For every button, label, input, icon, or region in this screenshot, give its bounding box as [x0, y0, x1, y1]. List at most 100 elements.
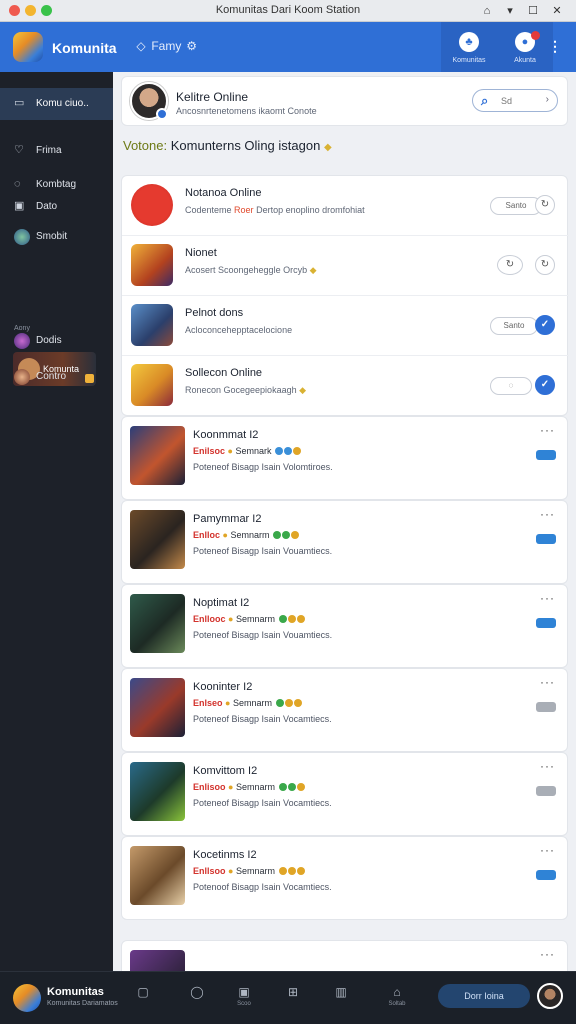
sparkle-icon: ◆	[299, 385, 307, 395]
sidebar-item-label: Dato	[36, 201, 58, 212]
refresh-icon[interactable]: ↻	[535, 195, 555, 215]
list-item[interactable]: Sollecon Online Ronecon Gocegeepiokaagh …	[122, 356, 569, 416]
sidebar-item-home[interactable]: ▭ Komu ciuo..	[0, 88, 113, 120]
notifications-button[interactable]: ● Akunta	[497, 22, 553, 72]
close-icon[interactable]: ✕	[548, 2, 566, 20]
sidebar-item-calendar[interactable]: ▣ Dato	[0, 194, 113, 220]
sidebar-item-smobit[interactable]: Smobit	[0, 224, 113, 250]
avatar[interactable]	[537, 983, 563, 1009]
app-logo	[13, 984, 41, 1012]
game-meta-text: Semnarm	[235, 782, 275, 792]
game-card[interactable]: Kooninter I2 Enlseo ● Semnarm Poteneof B…	[121, 668, 568, 752]
game-meta-text: Semnarm	[235, 614, 275, 624]
game-thumbnail	[130, 510, 185, 569]
community-button[interactable]: ♣ Komunitas	[441, 22, 497, 72]
search-input[interactable]	[501, 93, 537, 108]
game-card[interactable]: Pamymmar I2 Enlloc ● Semnarm Poteneof Bi…	[121, 500, 568, 584]
more-horizontal-icon[interactable]: ···	[540, 759, 555, 773]
profile-name: Kelitre Online	[176, 90, 249, 104]
header-nav-label: Famy	[151, 39, 182, 53]
globe-icon[interactable]: ◯	[186, 985, 208, 1001]
friend-avatar	[131, 184, 173, 226]
chat-icon[interactable]: ▢	[132, 985, 154, 1001]
game-meta: Enllooc ● Semnarm	[193, 614, 305, 624]
sidebar-item-friends[interactable]: ♡ Frima	[0, 138, 113, 164]
status-badge	[536, 534, 556, 544]
more-horizontal-icon[interactable]: ···	[540, 591, 555, 605]
check-icon[interactable]: ✓	[535, 315, 555, 335]
friend-status-text: Ronecon Gocegeepiokaagh	[185, 385, 297, 395]
game-tag: Enllsoo	[193, 866, 226, 876]
more-vertical-icon[interactable]: ⋮	[548, 38, 562, 55]
notification-badge	[531, 31, 540, 40]
avatar[interactable]	[130, 82, 168, 120]
join-button[interactable]: Dorr Ioina	[438, 984, 530, 1008]
app-name: Komunita	[52, 40, 117, 56]
chevron-down-icon[interactable]: ▾	[501, 2, 519, 20]
section-title: Votone: Komunterns Oling istagon ◆	[123, 138, 332, 153]
refresh-icon[interactable]: ↻	[535, 255, 555, 275]
game-card[interactable]: ···	[121, 940, 568, 971]
game-meta-text: Semnarm	[230, 530, 270, 540]
heart-icon: ♡	[14, 144, 24, 156]
game-title: Kocetinms I2	[193, 849, 257, 861]
columns-icon[interactable]: ▥	[330, 985, 352, 1001]
game-description: Poteneof Bisagp Isain Vouamtiecs.	[193, 630, 333, 640]
friend-status: Ronecon Gocegeepiokaagh ◆	[185, 385, 306, 396]
chevron-right-icon[interactable]: ›	[546, 94, 549, 105]
online-status-icon	[156, 108, 168, 120]
more-horizontal-icon[interactable]: ···	[540, 675, 555, 689]
game-meta-text: Semnarm	[235, 866, 275, 876]
coin-icon: ●	[228, 614, 234, 624]
game-card[interactable]: Koonmmat I2 Enilsoc ● Semnark Poteneof B…	[121, 416, 568, 500]
chat-icon: ◌	[14, 178, 21, 190]
friend-action-pill[interactable]: ◌	[490, 377, 532, 395]
game-title: Noptimat I2	[193, 597, 250, 609]
refresh-icon[interactable]: ↻	[497, 255, 523, 275]
status-badge	[536, 618, 556, 628]
game-card[interactable]: Kocetinms I2 Enllsoo ● Semnarm Potenoof …	[121, 836, 568, 920]
list-item[interactable]: Nionet Acosert Scoongeheggle Orcyb ◆ ↻ ↻	[122, 236, 569, 296]
share-icon[interactable]: ⌂	[478, 2, 496, 20]
sidebar-item-dodis[interactable]: Dodis	[0, 328, 113, 354]
game-card[interactable]: Komvittom I2 Enlisoo ● Semnarm Poteneof …	[121, 752, 568, 836]
profile-subtitle: Ancosnrtenetomens ikaomt Conote	[176, 106, 317, 116]
app-header: Komunita ◇ Famy ⚙ ♣ Komunitas ● Akunta ⋮	[0, 22, 576, 72]
sidebar-item-contro[interactable]: Contro	[0, 364, 113, 390]
coin-icon: ●	[228, 782, 234, 792]
game-thumbnail	[130, 950, 185, 971]
profile-icon[interactable]: ⌂ Soltab	[386, 985, 408, 1007]
friend-avatar	[131, 364, 173, 406]
sidebar-item-label: Smobit	[36, 231, 68, 242]
more-horizontal-icon[interactable]: ···	[540, 843, 555, 857]
bottom-app-subtitle: Komunitas Dariamatos	[47, 1000, 118, 1007]
coin-icon: ●	[225, 698, 231, 708]
chips	[272, 530, 300, 540]
list-item[interactable]: Pelnot dons Acloconcehepptacelocione San…	[122, 296, 569, 356]
friend-status: Codenteme Roer Dertop enoplino dromfohia…	[185, 205, 365, 215]
game-title: Komvittom I2	[193, 765, 258, 777]
header-nav[interactable]: ◇ Famy ⚙	[134, 39, 199, 53]
more-horizontal-icon[interactable]: ···	[540, 947, 555, 961]
section-title-prefix: Votone:	[123, 138, 168, 153]
diamond-icon: ◇	[136, 39, 146, 53]
game-tag: Enlloc	[193, 530, 221, 540]
friend-action-pill[interactable]: Santo	[490, 317, 538, 335]
game-meta: Enilsoc ● Semnark	[193, 446, 302, 456]
game-card[interactable]: Noptimat I2 Enllooc ● Semnarm Poteneof B…	[121, 584, 568, 668]
sidebar: ▭ Komu ciuo.. ♡ Frima ◌ Kombtag ▣ Dato S…	[0, 72, 113, 971]
status-badge	[536, 450, 556, 460]
more-horizontal-icon[interactable]: ···	[540, 423, 555, 437]
app-logo	[13, 32, 43, 62]
online-friends-list: Notanoa Online Codenteme Roer Dertop eno…	[121, 175, 569, 416]
community-button-label: Komunitas	[452, 57, 486, 64]
check-icon[interactable]: ✓	[535, 375, 555, 395]
list-item[interactable]: Notanoa Online Codenteme Roer Dertop eno…	[122, 176, 569, 236]
grid-icon[interactable]: ⊞	[282, 985, 304, 1001]
friend-name: Notanoa Online	[185, 187, 262, 199]
calendar-icon[interactable]: ▣ Scoo	[233, 985, 255, 1007]
chips	[274, 446, 302, 456]
maximize-icon[interactable]: ☐	[524, 2, 542, 20]
more-horizontal-icon[interactable]: ···	[540, 507, 555, 521]
search-box[interactable]: ⌕ ›	[472, 89, 558, 112]
